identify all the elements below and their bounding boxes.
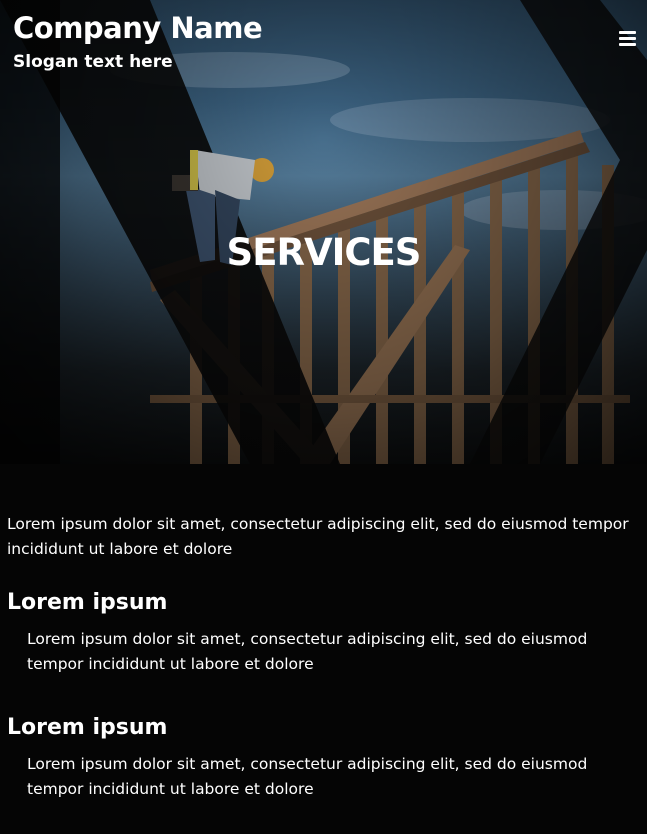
intro-text: Lorem ipsum dolor sit amet, consectetur … (7, 515, 629, 558)
section-heading: Lorem ipsum (7, 590, 168, 615)
service-section: Lorem ipsum Lorem ipsum dolor sit amet, … (7, 588, 640, 677)
section-text: Lorem ipsum dolor sit amet, consectetur … (27, 755, 588, 798)
hamburger-menu-icon[interactable] (619, 31, 636, 47)
hero-banner: Company Name Slogan text here SERVICES (0, 0, 647, 464)
service-section: Lorem ipsum Lorem ipsum dolor sit amet, … (7, 713, 640, 802)
brand: Company Name Slogan text here (13, 10, 263, 74)
company-name[interactable]: Company Name (13, 10, 263, 46)
section-heading: Lorem ipsum (7, 715, 168, 740)
main-content: Lorem ipsum dolor sit amet, consectetur … (0, 464, 647, 802)
page-title: SERVICES (226, 230, 422, 274)
slogan: Slogan text here (13, 52, 173, 72)
section-text: Lorem ipsum dolor sit amet, consectetur … (27, 630, 588, 673)
